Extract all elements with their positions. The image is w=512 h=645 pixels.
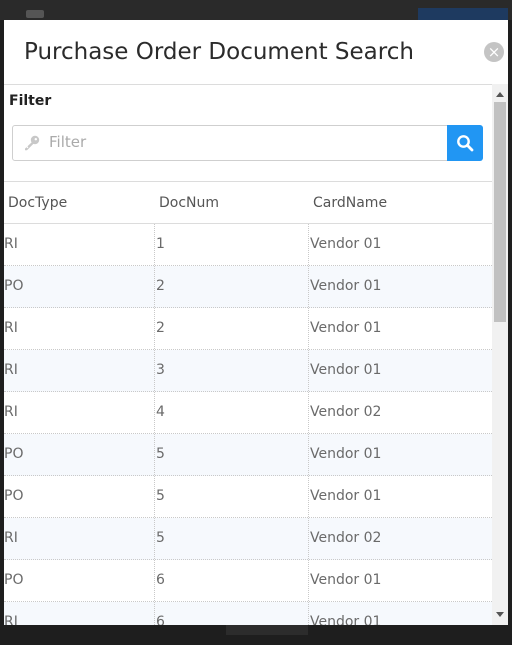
column-header-doctype[interactable]: DocType: [8, 195, 67, 211]
background-logo: [26, 10, 44, 18]
column-header-docnum[interactable]: DocNum: [159, 195, 219, 211]
cell-doctype: RI: [4, 614, 18, 625]
background-footer-element: [226, 625, 308, 635]
cell-cardname: Vendor 02: [308, 392, 492, 433]
table-row[interactable]: RI 5 Vendor 02: [4, 518, 492, 560]
column-header-cardname[interactable]: CardName: [313, 195, 387, 211]
filter-input[interactable]: [49, 128, 439, 156]
cell-docnum: 6: [154, 560, 310, 601]
cell-doctype: RI: [4, 530, 18, 546]
cell-cardname: Vendor 01: [308, 224, 492, 265]
table-row[interactable]: PO 6 Vendor 01: [4, 560, 492, 602]
cell-cardname: Vendor 01: [308, 476, 492, 517]
table-row[interactable]: PO 2 Vendor 01: [4, 266, 492, 308]
vertical-scrollbar[interactable]: [492, 84, 508, 625]
cell-docnum: 5: [154, 476, 310, 517]
filter-label: Filter: [9, 93, 52, 109]
table-row[interactable]: RI 3 Vendor 01: [4, 350, 492, 392]
search-modal: Purchase Order Document Search × Filter …: [4, 20, 508, 625]
cell-cardname: Vendor 01: [308, 350, 492, 391]
cell-doctype: RI: [4, 236, 18, 252]
table-row[interactable]: PO 5 Vendor 01: [4, 434, 492, 476]
cell-docnum: 2: [154, 266, 310, 307]
cell-cardname: Vendor 02: [308, 518, 492, 559]
modal-header: Purchase Order Document Search ×: [4, 20, 508, 85]
cell-cardname: Vendor 01: [308, 602, 492, 625]
cell-doctype: PO: [4, 278, 24, 294]
table-header: DocType DocNum CardName: [4, 182, 492, 224]
scroll-down-arrow-icon[interactable]: [496, 612, 504, 617]
cell-cardname: Vendor 01: [308, 560, 492, 601]
scroll-up-arrow-icon[interactable]: [496, 92, 504, 97]
modal-title: Purchase Order Document Search: [24, 39, 414, 65]
cell-docnum: 6: [154, 602, 310, 625]
cell-docnum: 5: [154, 518, 310, 559]
table-row[interactable]: RI 4 Vendor 02: [4, 392, 492, 434]
scrollbar-thumb[interactable]: [494, 102, 506, 322]
cell-docnum: 3: [154, 350, 310, 391]
cell-doctype: PO: [4, 446, 24, 462]
filter-field[interactable]: [12, 125, 450, 161]
cell-docnum: 2: [154, 308, 310, 349]
results-table: DocType DocNum CardName RI 1 Vendor 01 PO 2 V…: [4, 181, 492, 625]
table-row[interactable]: PO 5 Vendor 01: [4, 476, 492, 518]
table-row[interactable]: RI 2 Vendor 01: [4, 308, 492, 350]
table-body: RI 1 Vendor 01 PO 2 Vendor 01 RI 2 Vendor 01 RI 3 V…: [4, 224, 492, 625]
search-icon: [457, 135, 474, 152]
cell-cardname: Vendor 01: [308, 266, 492, 307]
cell-docnum: 5: [154, 434, 310, 475]
table-row[interactable]: RI 6 Vendor 01: [4, 602, 492, 625]
cell-doctype: RI: [4, 320, 18, 336]
cell-docnum: 1: [154, 224, 310, 265]
table-row[interactable]: RI 1 Vendor 01: [4, 224, 492, 266]
search-button[interactable]: [447, 125, 483, 161]
close-icon[interactable]: ×: [484, 42, 504, 62]
cell-doctype: RI: [4, 362, 18, 378]
cell-cardname: Vendor 01: [308, 434, 492, 475]
cell-docnum: 4: [154, 392, 310, 433]
cell-doctype: PO: [4, 488, 24, 504]
cell-doctype: RI: [4, 404, 18, 420]
cell-cardname: Vendor 01: [308, 308, 492, 349]
key-icon: [25, 135, 40, 151]
cell-doctype: PO: [4, 572, 24, 588]
